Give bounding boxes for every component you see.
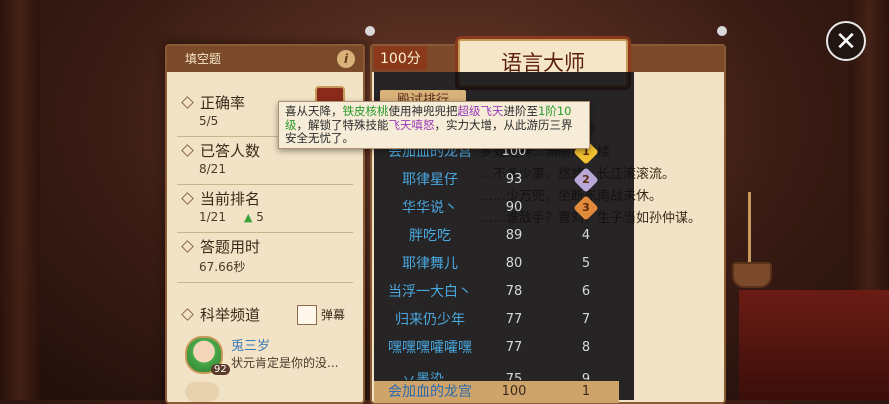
announcement-text: 喜从天降， [285,104,343,118]
divider [177,184,353,185]
player-name: 华华说丶 [402,200,458,216]
quiz-stats-panel: 填空题 i 正确率 5/5 已答人数 8/21 当前排名 1/21 ▲ 5 答题用… [165,44,365,404]
stat-label: 正确率 [200,94,246,112]
player-name: 嘿嘿嘿嚯嚯嘿 [388,340,472,356]
divider [177,232,353,233]
announcement-skill: 超级飞天 [457,104,504,118]
player-name: 耶律舞儿 [402,256,458,272]
diamond-bullet-icon [181,144,194,157]
stat-label: 已答人数 [200,142,261,160]
danmu-label: 弹幕 [321,308,346,322]
info-icon[interactable]: i [337,50,355,68]
close-button[interactable]: ✕ [826,21,866,61]
player-score: 80 [505,256,523,271]
ranking-list: 会加血的龙宫 100 1 耶律星仔 93 2 华华说丶 90 3 胖吃吃 89 … [374,138,634,380]
divider [177,282,353,283]
player-score: 77 [505,312,523,327]
diamond-bullet-icon [181,192,194,205]
stat-value: 1/21 ▲ 5 [199,210,264,224]
ranking-row[interactable]: 嘿嘿嘿嚯嚯嘿 77 8 [374,334,634,362]
background-pillar-left [0,0,40,400]
announcement-text: 使用神兜兜把 [388,104,458,118]
player-rank: 8 [581,340,591,355]
ranking-row[interactable]: 丷墨染… 75 9 [374,362,634,380]
ranking-row[interactable]: 华华说丶 90 3 [374,194,634,222]
pillar-knob-icon [365,26,375,36]
diamond-bullet-icon [181,308,194,321]
ranking-row[interactable]: 归来仍少年 77 7 [374,306,634,334]
player-score: 78 [505,284,523,299]
stat-value: 8/21 [199,162,226,176]
player-rank: 9 [581,372,591,380]
up-arrow-icon: ▲ [243,211,253,224]
panel-header: 填空题 i [167,46,363,72]
diamond-bullet-icon [181,96,194,109]
avatar-level-badge: 92 [211,364,230,375]
question-type-label: 填空题 [185,52,222,66]
announcement-text: ，解锁了特殊技能 [296,117,389,132]
stat-label: 当前排名 [200,190,261,208]
announcement-special-skill: 飞天嗔怒 [388,117,435,132]
danmu-checkbox[interactable] [297,305,317,325]
player-name: 耶律星仔 [402,172,458,188]
ranking-row[interactable]: 胖吃吃 89 4 [374,222,634,250]
stat-value: 5/5 [199,114,219,128]
rank-value: 1/21 [199,210,226,224]
player-name: 丷墨染… [402,372,458,380]
chat-sender-name[interactable]: 兎三岁 [231,335,270,354]
incense-pot [732,262,772,288]
ranking-row[interactable]: 耶律舞儿 80 5 [374,250,634,278]
rank-number: 3 [582,201,590,214]
silver-medal-icon: 2 [573,167,599,193]
stat-label: 答题用时 [200,238,261,256]
player-score: 90 [505,200,523,215]
player-rank: 6 [581,284,591,299]
chat-message: 状元肯定是你的没... [231,356,339,370]
diamond-bullet-icon [181,240,194,253]
chat-avatar-partial [185,382,219,402]
player-rank: 4 [581,228,591,243]
incense-stick [748,192,751,272]
player-score: 93 [505,172,523,187]
player-score: 77 [505,340,523,355]
announcement-text: 进阶至 [503,104,539,118]
player-name: 胖吃吃 [409,228,451,244]
player-rank: 7 [581,312,591,327]
player-rank: 5 [581,256,591,271]
score-tag: 100分 [374,46,427,70]
pillar-knob-icon [717,26,727,36]
ranking-row[interactable]: 耶律星仔 93 2 [374,166,634,194]
bronze-medal-icon: 3 [573,195,599,221]
system-announcement: 喜从天降，铁皮核桃使用神兜兜把超级飞天进阶至1阶10级，解锁了特殊技能飞天嗔怒，… [278,101,590,149]
ranking-row[interactable]: 当浮一大白丶 78 6 [374,278,634,306]
rank-change: 5 [256,210,264,224]
channel-label: 科举频道 [200,306,261,324]
stat-value: 67.66秒 [199,260,246,274]
player-score: 75 [505,372,523,380]
player-score: 89 [505,228,523,243]
background-altar [739,290,889,400]
player-name: 归来仍少年 [395,312,465,328]
announcement-player[interactable]: 铁皮核桃 [343,104,389,118]
rank-number: 2 [582,173,590,186]
player-name: 当浮一大白丶 [388,284,472,300]
